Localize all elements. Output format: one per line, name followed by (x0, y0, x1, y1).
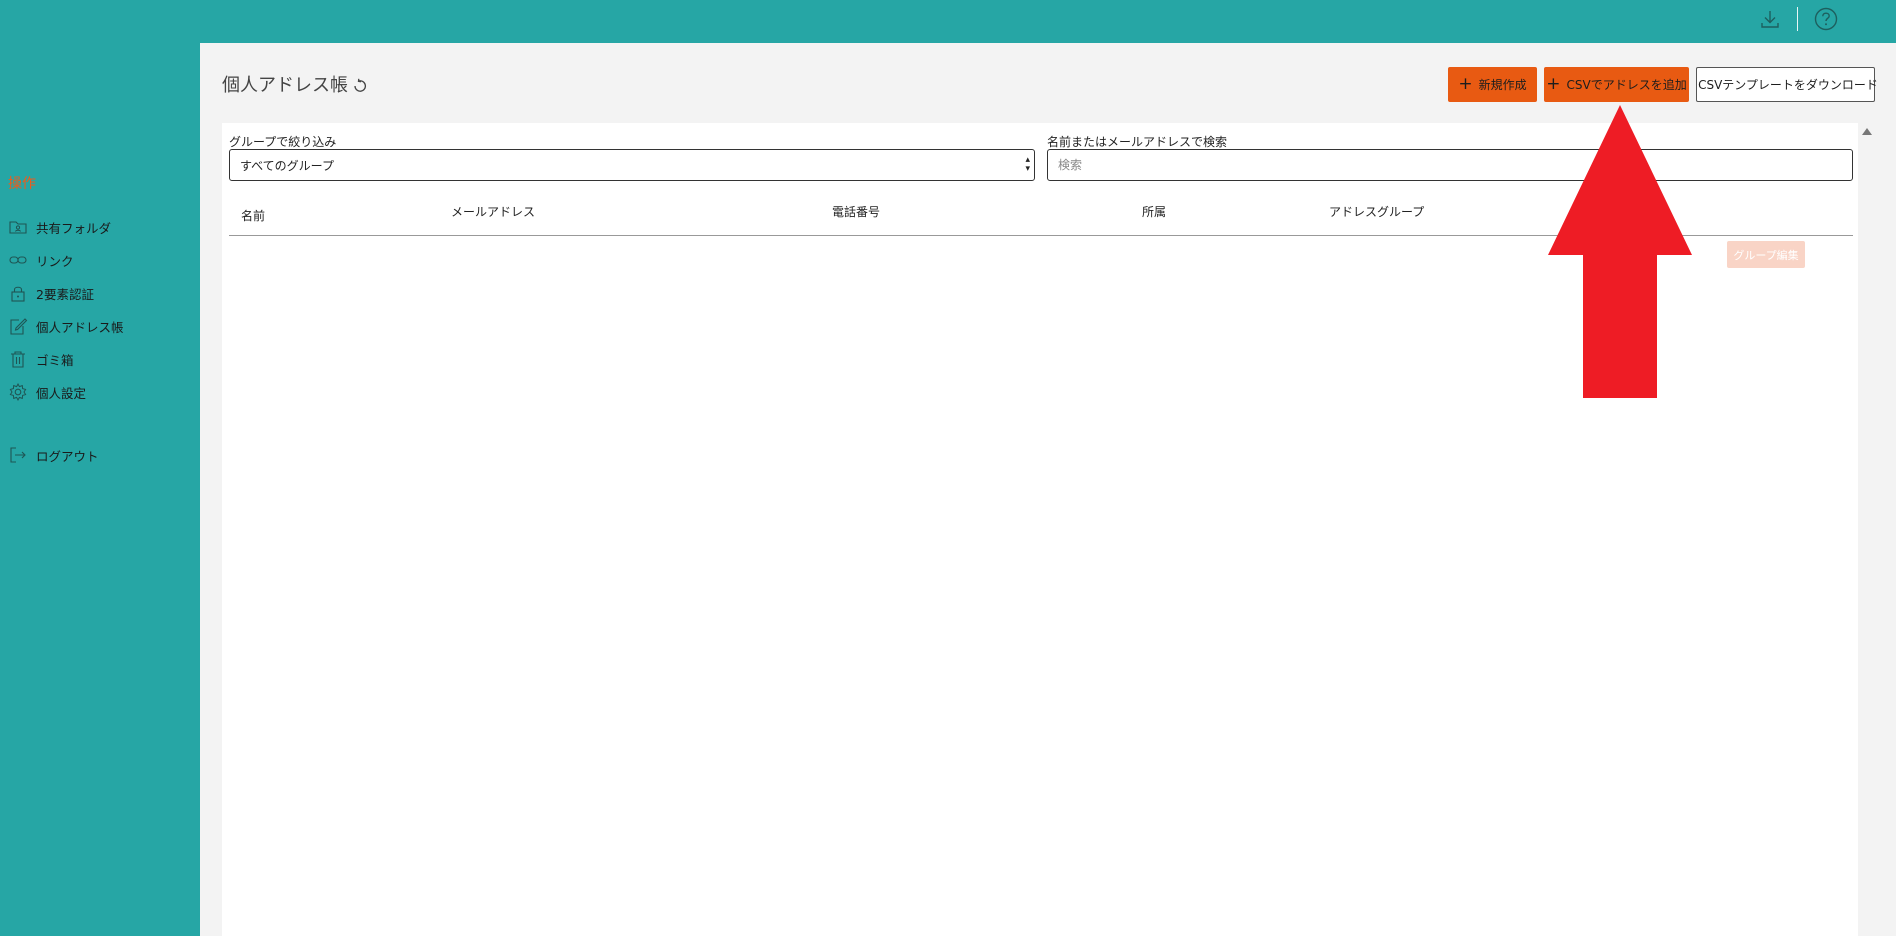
download-icon[interactable] (1759, 8, 1781, 30)
topbar-divider (1797, 7, 1798, 31)
sidebar-item-label: ログアウト (36, 448, 99, 464)
sidebar-item-logout[interactable]: ログアウト (8, 444, 99, 466)
sidebar-item-label: 2要素認証 (36, 286, 94, 302)
folder-user-icon (9, 221, 27, 234)
new-button[interactable]: + 新規作成 (1448, 67, 1537, 102)
select-caret-icon: ▴ ▾ (1025, 155, 1030, 174)
column-header-name[interactable]: 名前 (241, 207, 265, 224)
lock-icon (11, 286, 25, 302)
csv-template-button-label: CSVテンプレートをダウンロード (1698, 78, 1878, 92)
sidebar-item-personal-settings[interactable]: 個人設定 (8, 381, 86, 403)
sidebar-item-label: ゴミ箱 (36, 352, 74, 368)
csv-template-download-button[interactable]: CSVテンプレートをダウンロード (1696, 67, 1878, 102)
sidebar-item-two-factor[interactable]: 2要素認証 (8, 282, 94, 304)
new-button-label: 新規作成 (1478, 78, 1527, 92)
help-circle-icon[interactable] (1813, 6, 1839, 32)
sidebar: 操作 共有フォルダ リンク 2要素認証 個人アドレス帳 ゴミ箱 個人設定 ログア… (0, 43, 200, 936)
logout-icon (10, 447, 26, 463)
link-icon (9, 256, 27, 264)
csv-add-button[interactable]: + CSVでアドレスを追加 (1544, 67, 1689, 102)
edit-icon (10, 318, 28, 335)
group-filter-select[interactable]: すべてのグループ ▴ ▾ (229, 149, 1035, 181)
column-header-address-group[interactable]: アドレスグループ (1329, 203, 1424, 220)
page-title-text: 個人アドレス帳 (222, 75, 348, 96)
gear-icon (9, 382, 27, 402)
sidebar-item-label: 共有フォルダ (36, 220, 112, 236)
column-header-phone[interactable]: 電話番号 (832, 203, 880, 220)
sidebar-item-label: 個人アドレス帳 (36, 319, 124, 335)
sidebar-section-title: 操作 (8, 176, 36, 192)
column-header-email[interactable]: メールアドレス (451, 203, 535, 220)
search-label: 名前またはメールアドレスで検索 (1047, 135, 1228, 149)
plus-icon: + (1458, 74, 1473, 94)
sidebar-item-shared-folder[interactable]: 共有フォルダ (8, 216, 111, 238)
group-filter-value: すべてのグループ (240, 158, 334, 173)
group-filter-label: グループで絞り込み (229, 135, 337, 149)
sidebar-item-label: 個人設定 (36, 385, 87, 401)
sidebar-item-link[interactable]: リンク (8, 249, 74, 271)
csv-add-button-label: CSVでアドレスを追加 (1566, 78, 1687, 92)
sidebar-item-address-book[interactable]: 個人アドレス帳 (8, 315, 124, 337)
trash-icon (11, 351, 25, 368)
plus-icon: + (1546, 74, 1561, 94)
group-edit-button[interactable]: グループ編集 (1727, 241, 1805, 268)
refresh-icon[interactable] (351, 77, 369, 95)
sidebar-item-label: リンク (36, 253, 74, 269)
page-title: 個人アドレス帳 (222, 71, 369, 97)
scroll-up-arrow-icon[interactable] (1862, 128, 1872, 135)
top-bar (0, 0, 1896, 43)
search-input[interactable] (1047, 149, 1853, 181)
column-header-affiliation[interactable]: 所属 (1142, 203, 1166, 220)
annotation-arrow-icon (1548, 105, 1692, 398)
sidebar-item-trash[interactable]: ゴミ箱 (8, 348, 74, 370)
